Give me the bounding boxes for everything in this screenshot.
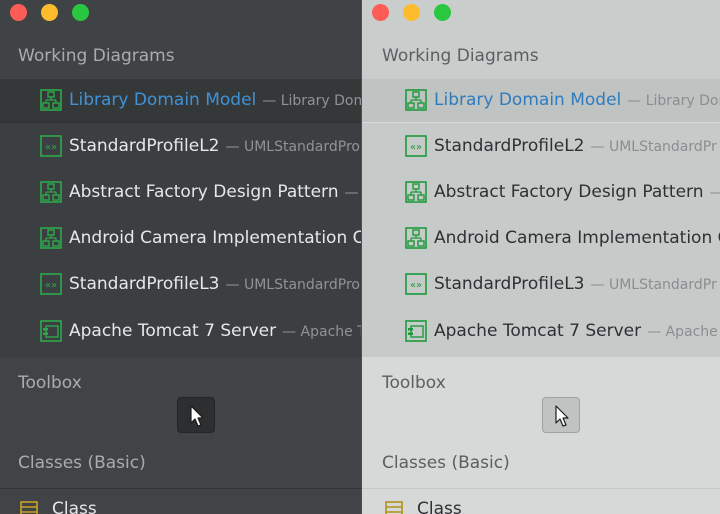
diagram-owner: — A — [710, 185, 720, 201]
diagram-owner: — Library Doma — [262, 93, 362, 109]
class-diagram-icon — [40, 89, 62, 111]
classes-basic-heading: Classes (Basic) — [382, 453, 510, 473]
class-diagram-icon — [40, 181, 62, 203]
toolbox-item-class[interactable]: Class — [0, 495, 362, 514]
diagram-name: Apache Tomcat 7 Server — [434, 321, 642, 341]
diagram-row[interactable]: Abstract Factory Design Pattern — A — [362, 171, 720, 215]
diagram-row[interactable]: «» StandardProfileL3 — UMLStandardPr — [362, 263, 720, 307]
svg-text:«»: «» — [410, 280, 422, 291]
cursor-arrow-icon — [555, 405, 569, 427]
class-element-icon — [385, 501, 403, 514]
class-diagram-icon — [405, 89, 427, 111]
diagram-row[interactable]: Library Domain Model — Library Doma — [0, 79, 362, 123]
diagram-name: StandardProfileL3 — [434, 274, 585, 294]
diagram-name: Abstract Factory Design Pattern — [69, 182, 339, 202]
classes-basic-heading: Classes (Basic) — [18, 453, 146, 473]
diagram-row[interactable]: «» StandardProfileL3 — UMLStandardPro — [0, 263, 362, 307]
diagram-row[interactable]: Abstract Factory Design Pattern — A — [0, 171, 362, 215]
working-diagrams-list: Library Domain Model — Library Don «» Sta… — [362, 79, 720, 357]
minimize-window-button[interactable] — [41, 4, 58, 21]
diagram-row[interactable]: Android Camera Implementation C — [0, 217, 362, 261]
class-diagram-icon — [405, 181, 427, 203]
close-window-button[interactable] — [10, 4, 27, 21]
toolbox-heading: Toolbox — [18, 373, 82, 393]
diagram-name: StandardProfileL2 — [434, 136, 585, 156]
diagram-name: Apache Tomcat 7 Server — [69, 321, 277, 341]
light-theme-sidebar: Working Diagrams Library Domain Model — L… — [362, 0, 720, 514]
diagram-owner: — UMLStandardPr — [590, 277, 717, 293]
diagram-row[interactable]: Apache Tomcat 7 Server — Apache T — [362, 310, 720, 354]
diagram-owner: — UMLStandardPr — [590, 139, 717, 155]
component-diagram-icon — [405, 320, 427, 342]
svg-text:«»: «» — [45, 280, 57, 291]
diagram-owner: — UMLStandardPro — [225, 277, 360, 293]
diagram-row[interactable]: «» StandardProfileL2 — UMLStandardPr — [362, 125, 720, 169]
diagram-name: Library Domain Model — [434, 90, 622, 110]
diagram-name: Abstract Factory Design Pattern — [434, 182, 704, 202]
svg-text:«»: «» — [410, 142, 422, 153]
class-diagram-icon — [405, 227, 427, 249]
diagram-owner: — Apache To — [282, 324, 362, 340]
diagram-name: StandardProfileL3 — [69, 274, 220, 294]
toolbox-item-class[interactable]: Class — [362, 495, 720, 514]
toolbox-heading: Toolbox — [382, 373, 446, 393]
profile-diagram-icon: «» — [40, 273, 62, 295]
diagram-row[interactable]: Apache Tomcat 7 Server — Apache To — [0, 310, 362, 354]
class-element-icon — [20, 501, 38, 514]
toolbox-panel: Toolbox Classes (Basic) Class — [0, 357, 362, 514]
svg-text:«»: «» — [45, 142, 57, 153]
section-divider — [362, 488, 720, 489]
component-diagram-icon — [40, 320, 62, 342]
toolbox-panel: Toolbox Classes (Basic) Class — [362, 357, 720, 514]
class-item-label: Class — [417, 499, 462, 514]
diagram-owner: — UMLStandardPro — [225, 139, 360, 155]
diagram-owner: — Library Don — [627, 93, 720, 109]
diagram-name: Android Camera Implementation C — [69, 228, 362, 248]
diagram-name: StandardProfileL2 — [69, 136, 220, 156]
profile-diagram-icon: «» — [405, 273, 427, 295]
close-window-button[interactable] — [372, 4, 389, 21]
dark-theme-sidebar: Working Diagrams Library Domain Model — L… — [0, 0, 362, 514]
pointer-tool-button[interactable] — [177, 397, 215, 433]
pointer-tool-button[interactable] — [542, 397, 580, 433]
profile-diagram-icon: «» — [40, 135, 62, 157]
minimize-window-button[interactable] — [403, 4, 420, 21]
diagram-owner: — Apache T — [647, 324, 720, 340]
profile-diagram-icon: «» — [405, 135, 427, 157]
diagram-name: Library Domain Model — [69, 90, 257, 110]
class-item-label: Class — [52, 499, 97, 514]
zoom-window-button[interactable] — [434, 4, 451, 21]
section-divider — [0, 488, 362, 489]
working-diagrams-heading: Working Diagrams — [18, 46, 175, 66]
working-diagrams-list: Library Domain Model — Library Doma «» St… — [0, 79, 362, 357]
diagram-row[interactable]: Android Camera Implementation C — [362, 217, 720, 261]
zoom-window-button[interactable] — [72, 4, 89, 21]
class-diagram-icon — [40, 227, 62, 249]
diagram-name: Android Camera Implementation C — [434, 228, 720, 248]
diagram-owner: — A — [344, 185, 362, 201]
diagram-row[interactable]: Library Domain Model — Library Don — [362, 79, 720, 123]
cursor-arrow-icon — [190, 405, 204, 427]
working-diagrams-heading: Working Diagrams — [382, 46, 539, 66]
diagram-row[interactable]: «» StandardProfileL2 — UMLStandardPro — [0, 125, 362, 169]
